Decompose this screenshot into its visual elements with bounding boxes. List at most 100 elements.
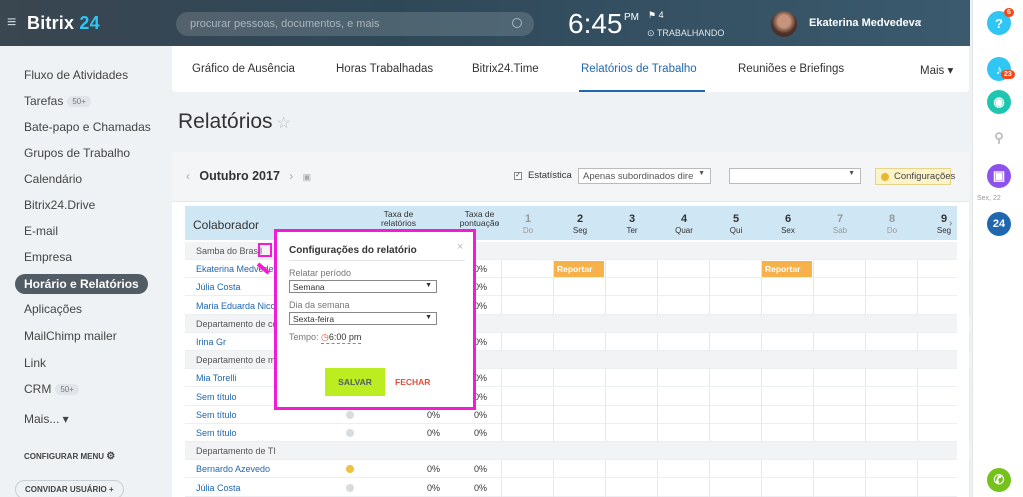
report-toolbar: ‹ Outubro 2017 › ▣ ✓ Estatística Apenas … [172, 152, 969, 202]
chevron-left-icon[interactable]: ‹ [496, 218, 499, 229]
tab-bitrix-time[interactable]: Bitrix24.Time [472, 63, 539, 75]
department-select[interactable]: ▼ [729, 168, 861, 184]
sidebar-item-more[interactable]: Mais... ▾ [24, 412, 69, 426]
sidebar-item-company[interactable]: Empresa [24, 250, 72, 264]
highlight-box [258, 243, 272, 257]
chevron-left-icon[interactable]: ‹ [186, 169, 190, 183]
settings-button[interactable]: Configurações [875, 168, 955, 185]
group-name: Departamento de co [196, 318, 278, 329]
employee-link[interactable]: Sem título [196, 410, 237, 420]
day-header: 6 Sex [781, 213, 795, 236]
sidebar-item-email[interactable]: E-mail [24, 224, 58, 238]
report-rate: 0% [426, 464, 440, 475]
status-dot [346, 465, 354, 474]
grid-line [657, 405, 658, 424]
subordinates-select[interactable]: Apenas subordinados dire ▼ [578, 168, 711, 184]
status-dot [346, 429, 354, 437]
grid-line [501, 278, 502, 297]
close-button[interactable]: FECHAR [395, 377, 430, 387]
tab-worked-hours[interactable]: Horas Trabalhadas [336, 63, 433, 75]
employee-link[interactable]: Sem título [196, 392, 237, 402]
menu-icon[interactable]: ≡ [7, 14, 21, 32]
month-label[interactable]: Outubro 2017 [199, 169, 280, 183]
grid-line [813, 460, 814, 479]
grid-line [813, 296, 814, 315]
sidebar-item-drive[interactable]: Bitrix24.Drive [24, 198, 95, 212]
score-rate: 0% [473, 409, 487, 420]
sidebar-item-activity[interactable]: Fluxo de Atividades [24, 68, 128, 82]
sidebar-item-link[interactable]: Link [24, 356, 46, 370]
time-field[interactable]: ◷6:00 pm [321, 332, 362, 344]
employee-link[interactable]: Mia Torelli [196, 373, 236, 383]
phone-icon[interactable]: ✆ [987, 468, 1011, 492]
tab-work-reports[interactable]: Relatórios de Trabalho [581, 63, 697, 75]
employee-link[interactable]: Ekaterina Medvedeva [196, 264, 283, 274]
grid-line [917, 405, 918, 424]
work-status[interactable]: ⊙ TRABALHANDO [647, 28, 724, 39]
search-icon[interactable] [512, 18, 522, 28]
sidebar-item-calendar[interactable]: Calendário [24, 172, 82, 186]
grid-line [969, 424, 970, 442]
grid-line [865, 424, 866, 442]
search-placeholder: procurar pessoas, documentos, e mais [190, 18, 380, 30]
grid-line [813, 333, 814, 351]
grid-line [501, 460, 502, 479]
chevron-right-icon[interactable]: › [289, 169, 293, 183]
search-input[interactable]: procurar pessoas, documentos, e mais [176, 12, 534, 36]
avatar[interactable] [771, 11, 797, 37]
sidebar-item-crm[interactable]: CRM 50+ [24, 382, 79, 396]
sidebar-item-time-reports[interactable]: Horário e Relatórios [15, 274, 148, 294]
day-header: 8 Do [886, 213, 898, 236]
sidebar-item-groups[interactable]: Grupos de Trabalho [24, 146, 130, 160]
statistics-checkbox[interactable]: ✓ [514, 172, 522, 180]
grid-line [969, 260, 970, 279]
grid-line [865, 369, 866, 388]
calendar-icon[interactable]: ▣ [303, 172, 312, 182]
b24-icon[interactable]: 24 [987, 212, 1011, 236]
star-icon[interactable]: ☆ [277, 115, 291, 132]
grid-line [761, 387, 762, 406]
report-button[interactable]: Reportar [554, 261, 604, 278]
lock-icon[interactable]: ▣ [987, 164, 1011, 188]
employee-link[interactable]: Irina Gr [196, 337, 226, 347]
chevron-down-icon[interactable]: ▾ [917, 17, 922, 28]
tab-absence-chart[interactable]: Gráfico de Ausência [192, 63, 295, 75]
save-button[interactable]: SALVAR [325, 368, 385, 396]
period-select[interactable]: Semana ▼ [289, 280, 437, 293]
report-button[interactable]: Reportar [762, 261, 812, 278]
time-label: Tempo: [289, 332, 319, 342]
sidebar-item-apps[interactable]: Aplicações [24, 302, 82, 316]
score-rate: 0% [473, 482, 487, 493]
employee-link[interactable]: Júlia Costa [196, 282, 241, 292]
employee-link[interactable]: Sem título [196, 428, 237, 438]
grid-line [917, 478, 918, 497]
close-icon[interactable]: × [457, 241, 463, 253]
user-name[interactable]: Ekaterina Medvedeva [809, 17, 921, 29]
employee-link[interactable]: Bernardo Azevedo [196, 464, 270, 474]
sidebar-item-tasks[interactable]: Tarefas 50+ [24, 94, 91, 108]
tab-meetings[interactable]: Reuniões e Briefings [738, 63, 844, 75]
tab-more[interactable]: Mais ▾ [920, 63, 953, 77]
employee-link[interactable]: Júlia Costa [196, 483, 241, 493]
report-rate: 0% [426, 482, 440, 493]
grid-line [865, 296, 866, 315]
grid-line [501, 405, 502, 424]
employee-link[interactable]: Maria Eduarda Nico [196, 301, 276, 311]
invite-user-button[interactable]: CONVIDAR USUÁRIO + [15, 480, 124, 497]
chat-icon[interactable]: ◉ [987, 90, 1011, 114]
configure-menu-button[interactable]: CONFIGURAR MENU ⚙ [24, 451, 115, 462]
grid-line [553, 296, 554, 315]
chevron-right-icon[interactable]: › [949, 218, 952, 229]
sidebar-item-mailchimp[interactable]: MailChimp mailer [24, 329, 117, 343]
clock[interactable]: 6:45 [568, 8, 623, 40]
grid-line [813, 424, 814, 442]
logo[interactable]: Bitrix 24 [27, 13, 100, 34]
search-icon[interactable]: ⚲ [987, 126, 1011, 150]
sidebar-item-chat[interactable]: Bate-papo e Chamadas [24, 120, 151, 134]
grid-line [657, 369, 658, 388]
grid-line [657, 478, 658, 497]
weekday-select[interactable]: Sexta-feira ▼ [289, 312, 437, 325]
date-label: Sex, 22 [977, 195, 1001, 202]
grid-line [657, 278, 658, 297]
grid-line [709, 333, 710, 351]
